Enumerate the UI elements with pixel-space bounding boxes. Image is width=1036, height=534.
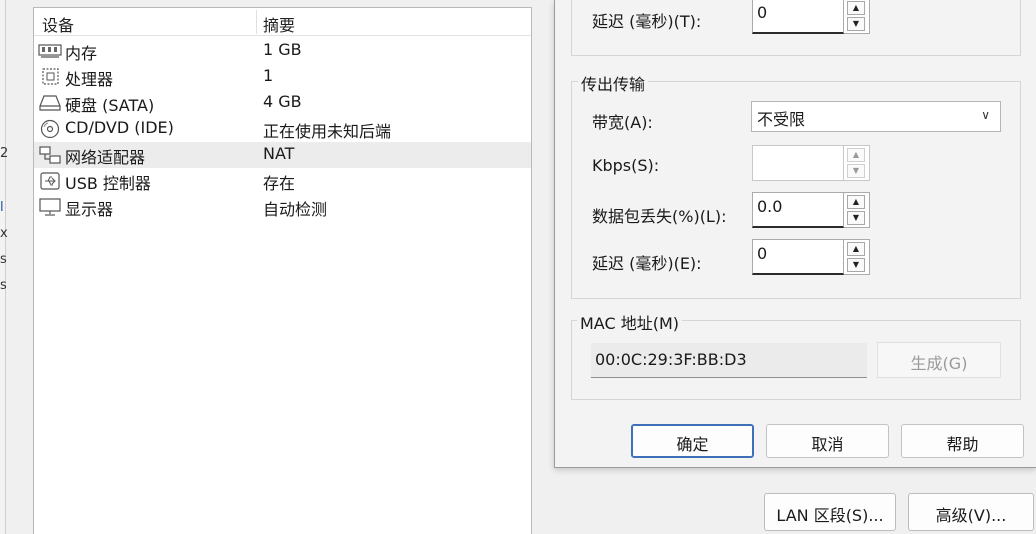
spin-up-icon[interactable]: ▲: [847, 242, 865, 256]
spinner-buttons: ▲ ▼: [844, 0, 870, 34]
spin-down-icon[interactable]: ▼: [847, 17, 865, 31]
column-header-device[interactable]: 设备: [42, 12, 74, 36]
device-summary: 自动检测: [263, 200, 328, 219]
lan-segment-button[interactable]: LAN 区段(S)...: [764, 493, 896, 531]
device-name: USB 控制器: [65, 174, 151, 193]
edge-fragment: s: [0, 252, 7, 267]
network-advanced-dialog: 延迟 (毫秒)(T): 0 ▲ ▼ 传出传输 带宽(A): 不受限 ∨ Kbps…: [554, 0, 1036, 468]
bandwidth-select[interactable]: 不受限 ∨: [751, 101, 1001, 132]
device-name: 网络适配器: [65, 148, 146, 167]
edge-fragment: l: [0, 200, 4, 215]
edge-fragment: x: [0, 226, 8, 241]
mac-address-title: MAC 地址(M): [577, 310, 683, 334]
mac-address-field[interactable]: 00:0C:29:3F:BB:D3: [591, 343, 867, 378]
device-summary: NAT: [263, 144, 295, 163]
network-adapter-icon: [39, 146, 61, 164]
kbps-spinner[interactable]: ▲ ▼: [752, 145, 870, 181]
bandwidth-label: 带宽(A):: [592, 113, 653, 132]
ok-button[interactable]: 确定: [631, 424, 754, 458]
spin-up-icon[interactable]: ▲: [847, 148, 865, 162]
spin-down-icon[interactable]: ▼: [847, 164, 865, 178]
kbps-input[interactable]: [752, 145, 844, 181]
device-row-memory[interactable]: 内存 1 GB: [34, 38, 531, 64]
edge-fragment: s: [0, 278, 7, 293]
device-row-cd-dvd[interactable]: CD/DVD (IDE) 正在使用未知后端: [34, 116, 531, 142]
chevron-down-icon: ∨: [981, 108, 990, 122]
spin-down-icon[interactable]: ▼: [847, 258, 865, 272]
device-name: 内存: [65, 44, 98, 63]
processor-icon: [42, 68, 59, 85]
device-row-harddisk[interactable]: 硬盘 (SATA) 4 GB: [34, 90, 531, 116]
advanced-button[interactable]: 高级(V)...: [908, 493, 1034, 531]
device-summary: 1 GB: [263, 40, 302, 59]
device-list-header: 设备 摘要: [34, 8, 531, 36]
kbps-label: Kbps(S):: [592, 156, 660, 175]
column-divider[interactable]: [256, 10, 257, 34]
device-list[interactable]: 设备 摘要 内存 1 GB 处理器 1 硬盘 (SATA) 4 GB CD/DV…: [33, 7, 532, 534]
device-summary: 存在: [263, 174, 296, 193]
spin-down-icon[interactable]: ▼: [847, 211, 865, 225]
cd-dvd-icon: [40, 119, 60, 139]
outgoing-latency-spinner[interactable]: 0 ▲ ▼: [752, 239, 870, 275]
outgoing-transfer-title: 传出传输: [578, 71, 649, 95]
spinner-buttons: ▲ ▼: [844, 192, 870, 228]
device-name: CD/DVD (IDE): [65, 118, 174, 137]
device-row-network-adapter[interactable]: 网络适配器 NAT: [34, 142, 531, 168]
outgoing-latency-input[interactable]: 0: [752, 239, 844, 275]
usb-icon: [40, 172, 60, 190]
generate-button[interactable]: 生成(G): [877, 342, 1001, 378]
spinner-buttons: ▲ ▼: [844, 145, 870, 181]
background-window-edge: 2 l x s s: [0, 0, 9, 534]
device-name: 显示器: [65, 200, 114, 219]
device-row-processor[interactable]: 处理器 1: [34, 64, 531, 90]
spin-up-icon[interactable]: ▲: [847, 1, 865, 15]
packet-loss-label: 数据包丢失(%)(L):: [592, 207, 727, 226]
device-row-usb[interactable]: USB 控制器 存在: [34, 168, 531, 194]
spin-up-icon[interactable]: ▲: [847, 195, 865, 209]
incoming-latency-input[interactable]: 0: [752, 0, 844, 34]
outgoing-latency-label: 延迟 (毫秒)(E):: [592, 254, 702, 273]
edge-fragment: 2: [0, 146, 9, 161]
device-name: 硬盘 (SATA): [65, 96, 155, 115]
spinner-buttons: ▲ ▼: [844, 239, 870, 275]
device-summary: 1: [263, 66, 274, 85]
column-header-summary[interactable]: 摘要: [263, 12, 295, 36]
packet-loss-input[interactable]: 0.0: [752, 192, 844, 228]
incoming-latency-label: 延迟 (毫秒)(T):: [592, 12, 702, 31]
device-summary: 4 GB: [263, 92, 302, 111]
memory-icon: [38, 44, 62, 58]
device-name: 处理器: [65, 70, 114, 89]
device-row-display[interactable]: 显示器 自动检测: [34, 194, 531, 220]
device-summary: 正在使用未知后端: [263, 122, 392, 141]
cancel-button[interactable]: 取消: [766, 424, 889, 458]
bandwidth-selected-value: 不受限: [757, 110, 806, 129]
packet-loss-spinner[interactable]: 0.0 ▲ ▼: [752, 192, 870, 228]
incoming-latency-spinner[interactable]: 0 ▲ ▼: [752, 0, 870, 34]
harddisk-icon: [39, 95, 61, 111]
help-button[interactable]: 帮助: [901, 424, 1024, 458]
display-icon: [39, 198, 61, 216]
